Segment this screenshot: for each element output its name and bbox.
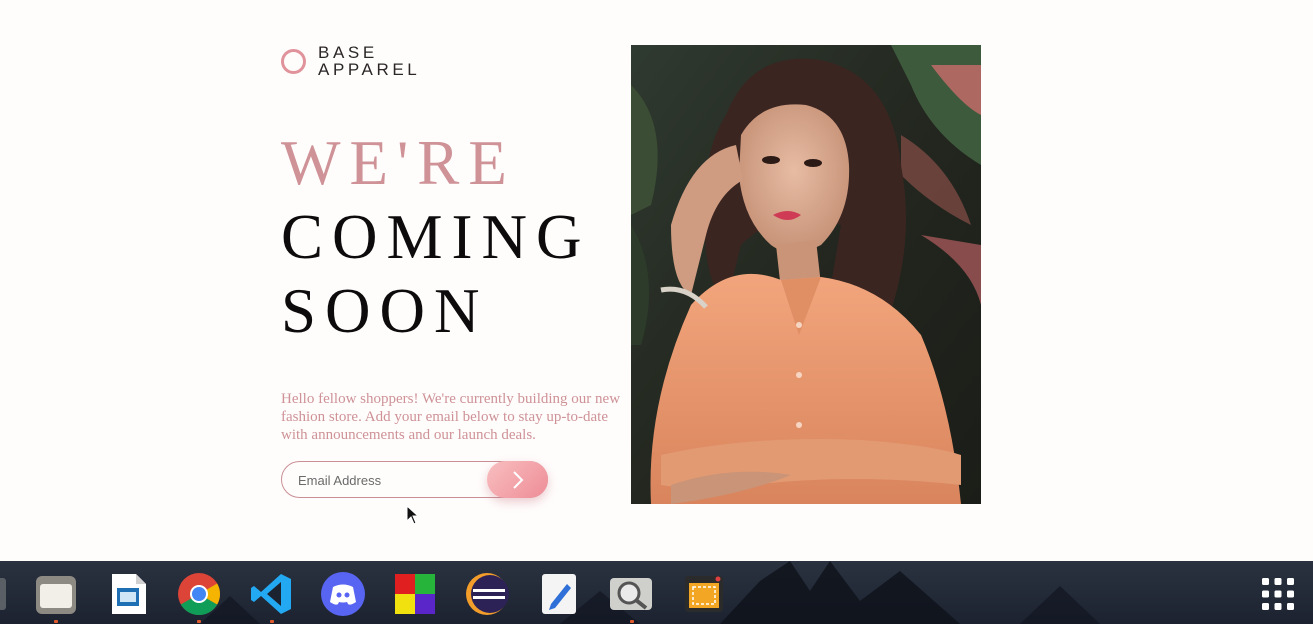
chevron-right-icon [512,470,523,489]
vscode-icon[interactable] [249,572,293,616]
eclipse-icon[interactable] [465,572,509,616]
text-editor-icon[interactable] [537,572,581,616]
files-icon[interactable] [34,572,78,616]
libreoffice-draw-icon[interactable] [106,572,150,616]
logo-ring-icon [281,48,306,74]
headline-line-3: SOON [281,276,489,346]
brand-name: BASE APPAREL [318,44,420,78]
taskbar [0,561,1313,624]
app-grid-colorful-icon[interactable] [393,572,437,616]
email-field[interactable] [296,462,480,499]
screenshot-tool-icon[interactable] [682,572,726,616]
image-viewer-icon[interactable] [609,572,653,616]
chrome-icon[interactable] [177,572,221,616]
brand-logo: BASE APPAREL [281,44,420,78]
hero-photo [631,45,981,504]
hero-image [631,45,981,504]
discord-icon[interactable] [321,572,365,616]
headline-line-2: COMING [281,202,591,272]
page-headline: WE'RE COMING SOON [281,126,591,348]
brand-line-2: APPAREL [318,60,421,79]
email-form [281,461,548,499]
brand-line-1: BASE [318,43,378,62]
page-description: Hello fellow shoppers! We're currently b… [281,391,621,443]
mouse-cursor-icon [406,505,420,525]
headline-line-1: WE'RE [281,128,516,198]
submit-button[interactable] [487,461,548,498]
app-launcher-icon[interactable] [1256,572,1300,616]
